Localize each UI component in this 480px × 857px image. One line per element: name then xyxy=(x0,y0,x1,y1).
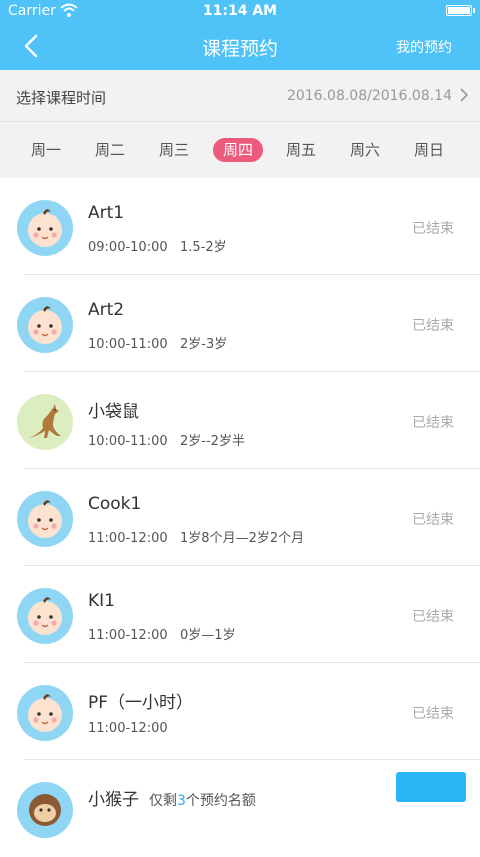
baby-face-icon xyxy=(17,685,73,741)
date-selector[interactable]: 选择课程时间 2016.08.08/2016.08.14 xyxy=(0,70,480,122)
course-name: 小猴子 仅剩3个预约名额 xyxy=(88,790,256,810)
course-age: 2岁-3岁 xyxy=(180,337,228,352)
course-name: Art1 xyxy=(88,203,125,223)
weekday-tabs: 周一 周二 周三 周四 周五 周六 周日 xyxy=(0,122,480,178)
course-time: 10:00-11:00 xyxy=(88,434,168,449)
baby-face-icon xyxy=(17,588,73,644)
course-name: PF（一小时） xyxy=(88,693,194,713)
course-item[interactable]: KI1 11:00-12:00 0岁—1岁 已结束 xyxy=(0,566,480,663)
course-time: 10:00-11:00 xyxy=(88,337,168,352)
date-range[interactable]: 2016.08.08/2016.08.14 xyxy=(287,88,452,104)
clock: 11:14 AM xyxy=(202,3,278,19)
course-name: Cook1 xyxy=(88,494,142,514)
course-meta: 10:00-11:00 2岁--2岁半 xyxy=(88,430,245,449)
baby-face-icon xyxy=(17,491,73,547)
status-bar: Carrier 11:14 AM xyxy=(0,0,480,22)
tab-thursday[interactable]: 周四 xyxy=(213,138,263,162)
tab-tuesday[interactable]: 周二 xyxy=(85,138,135,162)
tab-saturday[interactable]: 周六 xyxy=(340,138,390,162)
course-age: 1岁8个月—2岁2个月 xyxy=(180,531,305,546)
course-status: 已结束 xyxy=(412,221,454,237)
tab-friday[interactable]: 周五 xyxy=(276,138,326,162)
baby-face-icon xyxy=(17,200,73,256)
course-meta: 11:00-12:00 1岁8个月—2岁2个月 xyxy=(88,527,304,546)
course-item[interactable]: 小猴子 仅剩3个预约名额 xyxy=(0,760,480,857)
course-time: 11:00-12:00 xyxy=(88,628,168,643)
course-meta: 09:00-10:00 1.5-2岁 xyxy=(88,236,227,255)
monkey-icon xyxy=(17,782,73,838)
course-status: 已结束 xyxy=(412,609,454,625)
course-meta: 11:00-12:00 0岁—1岁 xyxy=(88,624,236,643)
course-item[interactable]: Cook1 11:00-12:00 1岁8个月—2岁2个月 已结束 xyxy=(0,469,480,566)
kangaroo-icon xyxy=(17,394,73,450)
course-age: 2岁--2岁半 xyxy=(180,434,245,449)
course-name: 小袋鼠 xyxy=(88,402,139,422)
tab-wednesday[interactable]: 周三 xyxy=(149,138,199,162)
course-item[interactable]: PF（一小时） 11:00-12:00 已结束 xyxy=(0,663,480,760)
course-meta: 10:00-11:00 2岁-3岁 xyxy=(88,333,227,352)
course-list: Art1 09:00-10:00 1.5-2岁 已结束 Art2 10:00-1… xyxy=(0,178,480,857)
course-name: Art2 xyxy=(88,300,125,320)
course-status: 已结束 xyxy=(412,512,454,528)
course-item[interactable]: Art2 10:00-11:00 2岁-3岁 已结束 xyxy=(0,275,480,372)
course-time: 09:00-10:00 xyxy=(88,240,168,255)
remaining-quota: 仅剩3个预约名额 xyxy=(149,793,256,809)
reserve-button[interactable] xyxy=(396,772,466,802)
baby-face-icon xyxy=(17,297,73,353)
course-status: 已结束 xyxy=(412,415,454,431)
course-meta: 11:00-12:00 xyxy=(88,721,168,736)
course-age: 0岁—1岁 xyxy=(180,628,236,643)
course-status: 已结束 xyxy=(412,318,454,334)
course-item[interactable]: 小袋鼠 10:00-11:00 2岁--2岁半 已结束 xyxy=(0,372,480,469)
date-selector-label: 选择课程时间 xyxy=(16,89,107,107)
course-age: 1.5-2岁 xyxy=(180,240,227,255)
chevron-right-icon xyxy=(460,88,469,102)
course-name: KI1 xyxy=(88,591,115,611)
tab-sunday[interactable]: 周日 xyxy=(404,138,454,162)
battery-icon xyxy=(446,5,475,16)
course-time: 11:00-12:00 xyxy=(88,721,168,736)
my-reservations-link[interactable]: 我的预约 xyxy=(396,37,452,57)
course-item[interactable]: Art1 09:00-10:00 1.5-2岁 已结束 xyxy=(0,178,480,275)
course-time: 11:00-12:00 xyxy=(88,531,168,546)
nav-bar: 课程预约 我的预约 xyxy=(0,22,480,70)
tab-monday[interactable]: 周一 xyxy=(21,138,71,162)
course-status: 已结束 xyxy=(412,706,454,722)
